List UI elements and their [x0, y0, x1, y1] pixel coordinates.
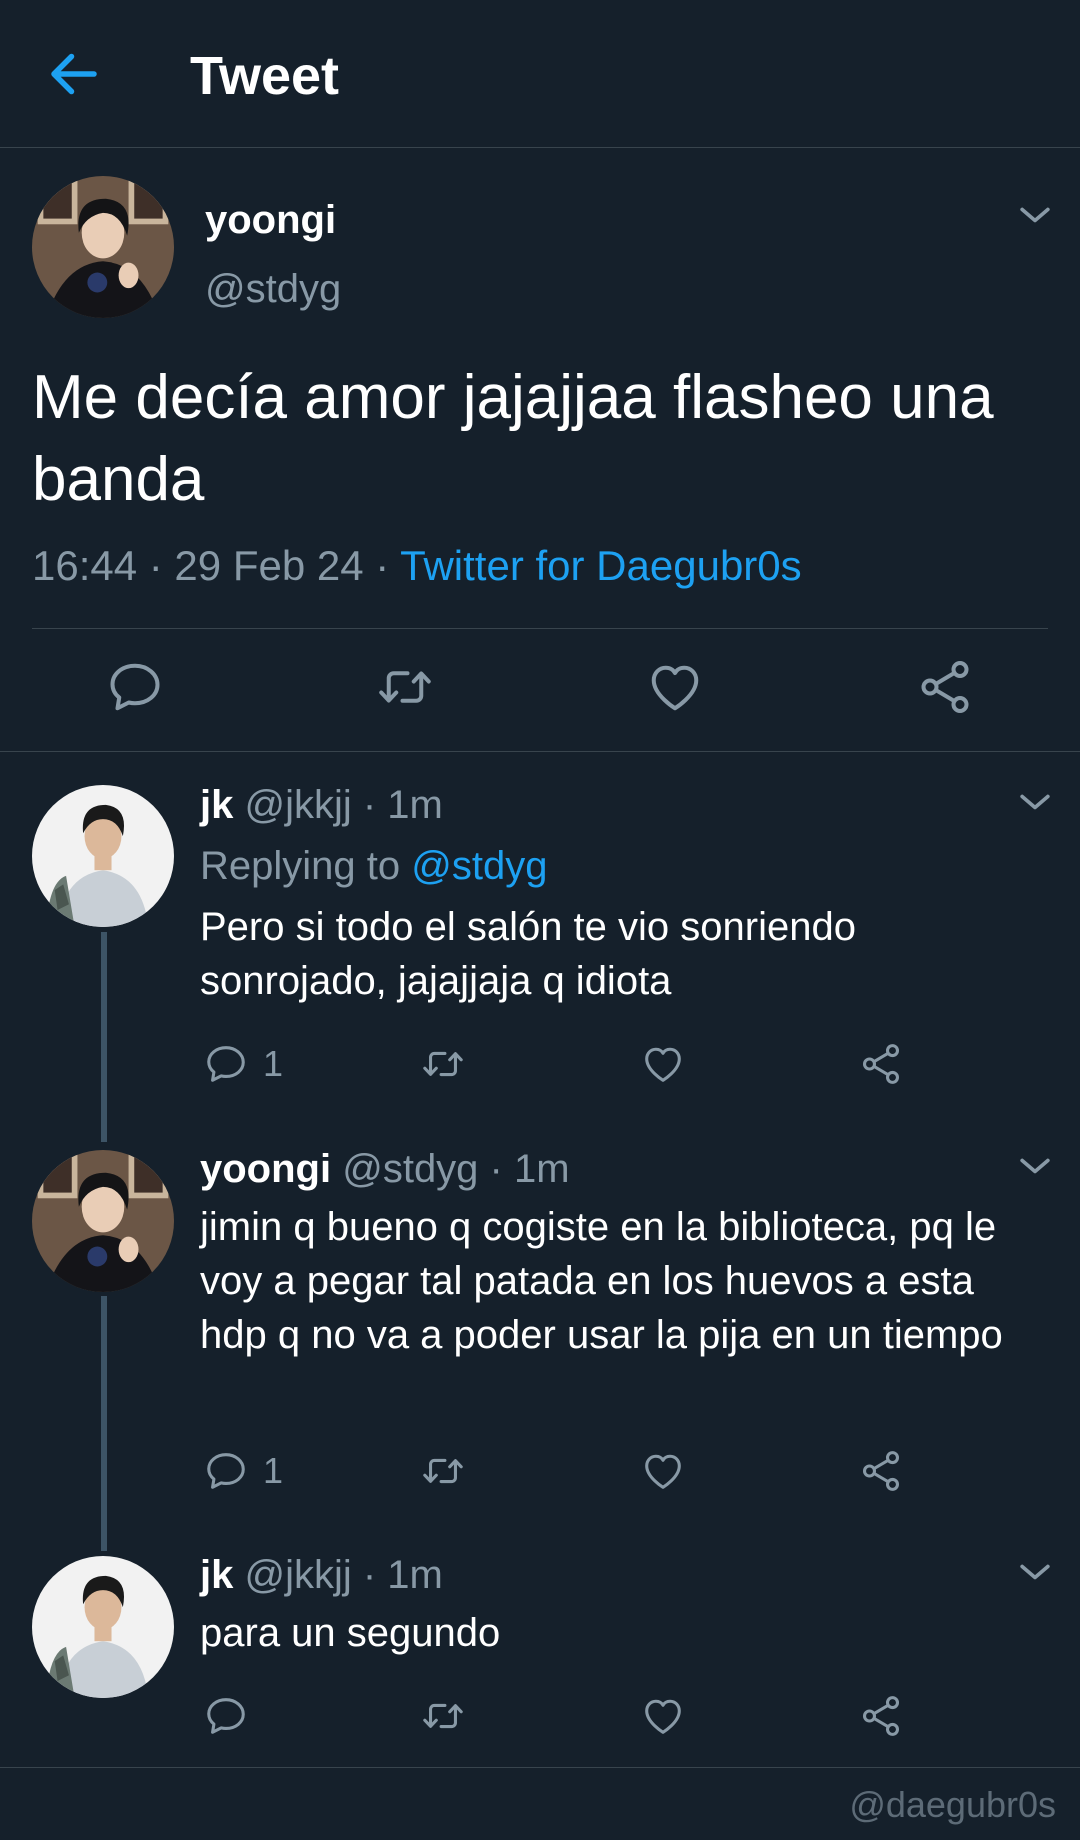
tweet-text: Me decía amor jajajjaa flasheo una banda — [32, 363, 994, 514]
reply-text: jimin q bueno q cogiste en la biblioteca… — [200, 1205, 1003, 1357]
reply-count: 1 — [263, 1450, 284, 1491]
share-button[interactable] — [915, 657, 975, 717]
avatar[interactable] — [32, 176, 174, 318]
share-icon — [858, 1448, 904, 1494]
avatar[interactable] — [32, 1150, 174, 1292]
tweet-source-link[interactable]: Twitter for Daegubr0s — [400, 542, 802, 589]
reply-text: Pero si todo el salón te vio sonriendo s… — [200, 905, 856, 1003]
chevron-down-icon — [1013, 1550, 1057, 1594]
divider — [32, 628, 1048, 629]
share-button[interactable] — [858, 1447, 904, 1495]
retweet-button[interactable] — [375, 657, 435, 717]
reply-count: 1 — [263, 1043, 284, 1084]
chevron-down-icon — [1013, 1144, 1057, 1188]
author-handle[interactable]: @stdyg — [205, 265, 341, 313]
speech-bubble-icon — [203, 1041, 249, 1087]
share-icon — [858, 1041, 904, 1087]
author-name[interactable]: jk — [200, 1553, 233, 1597]
reply-header: jk @jkkjj · 1m — [200, 780, 443, 830]
speech-bubble-icon — [105, 657, 165, 717]
reply-header: yoongi @stdyg · 1m — [200, 1144, 570, 1194]
page-title: Tweet — [190, 46, 340, 106]
author-handle[interactable]: @stdyg · 1m — [342, 1147, 569, 1191]
like-button[interactable] — [640, 1447, 686, 1495]
heart-icon — [640, 1693, 686, 1739]
tweet-menu-caret[interactable] — [1013, 1550, 1057, 1594]
reply-header: jk @jkkjj · 1m — [200, 1550, 443, 1600]
tweet-menu-caret[interactable] — [1013, 780, 1057, 824]
share-icon — [858, 1693, 904, 1739]
author-name[interactable]: jk — [200, 783, 233, 827]
share-button[interactable] — [858, 1040, 904, 1088]
top-bar — [0, 0, 1080, 148]
retweet-icon — [375, 657, 435, 717]
chevron-down-icon — [1013, 193, 1057, 237]
avatar[interactable] — [32, 1556, 174, 1698]
heart-icon — [640, 1041, 686, 1087]
tweet-menu-caret[interactable] — [1013, 1144, 1057, 1188]
speech-bubble-icon — [203, 1448, 249, 1494]
thread-line — [101, 1296, 107, 1551]
thread-line — [101, 932, 107, 1142]
retweet-icon — [420, 1041, 466, 1087]
divider — [0, 1767, 1080, 1768]
retweet-icon — [420, 1448, 466, 1494]
watermark: @daegubr0s — [849, 1784, 1056, 1825]
reply-text: para un segundo — [200, 1611, 501, 1655]
author-handle[interactable]: @jkkjj · 1m — [244, 783, 442, 827]
avatar[interactable] — [32, 785, 174, 927]
author-handle[interactable]: @jkkjj · 1m — [244, 1553, 442, 1597]
share-button[interactable] — [858, 1692, 904, 1740]
speech-bubble-icon — [203, 1693, 249, 1739]
reply-button[interactable] — [105, 657, 165, 717]
retweet-button[interactable] — [420, 1692, 466, 1740]
retweet-button[interactable] — [420, 1447, 466, 1495]
like-button[interactable] — [645, 657, 705, 717]
like-button[interactable] — [640, 1040, 686, 1088]
heart-icon — [645, 657, 705, 717]
divider — [0, 751, 1080, 752]
tweet-timestamp: 16:44 · 29 Feb 24 · — [32, 542, 401, 589]
share-icon — [915, 657, 975, 717]
like-button[interactable] — [640, 1692, 686, 1740]
heart-icon — [640, 1448, 686, 1494]
author-name[interactable]: yoongi — [200, 1147, 331, 1191]
tweet-menu-caret[interactable] — [1013, 193, 1057, 237]
reply-button[interactable]: 1 — [203, 1040, 283, 1088]
back-button[interactable] — [44, 44, 104, 104]
author-name[interactable]: yoongi — [205, 196, 336, 244]
reply-button[interactable] — [203, 1692, 249, 1740]
replying-to-link[interactable]: @stdyg — [411, 844, 547, 888]
retweet-button[interactable] — [420, 1040, 466, 1088]
retweet-icon — [420, 1693, 466, 1739]
replying-to-label: Replying to — [200, 844, 412, 888]
chevron-down-icon — [1013, 780, 1057, 824]
reply-button[interactable]: 1 — [203, 1447, 283, 1495]
replying-to: Replying to @stdyg — [200, 840, 547, 892]
tweet-meta: 16:44 · 29 Feb 24 · Twitter for Daegubr0… — [32, 540, 802, 592]
arrow-left-icon — [51, 53, 97, 95]
